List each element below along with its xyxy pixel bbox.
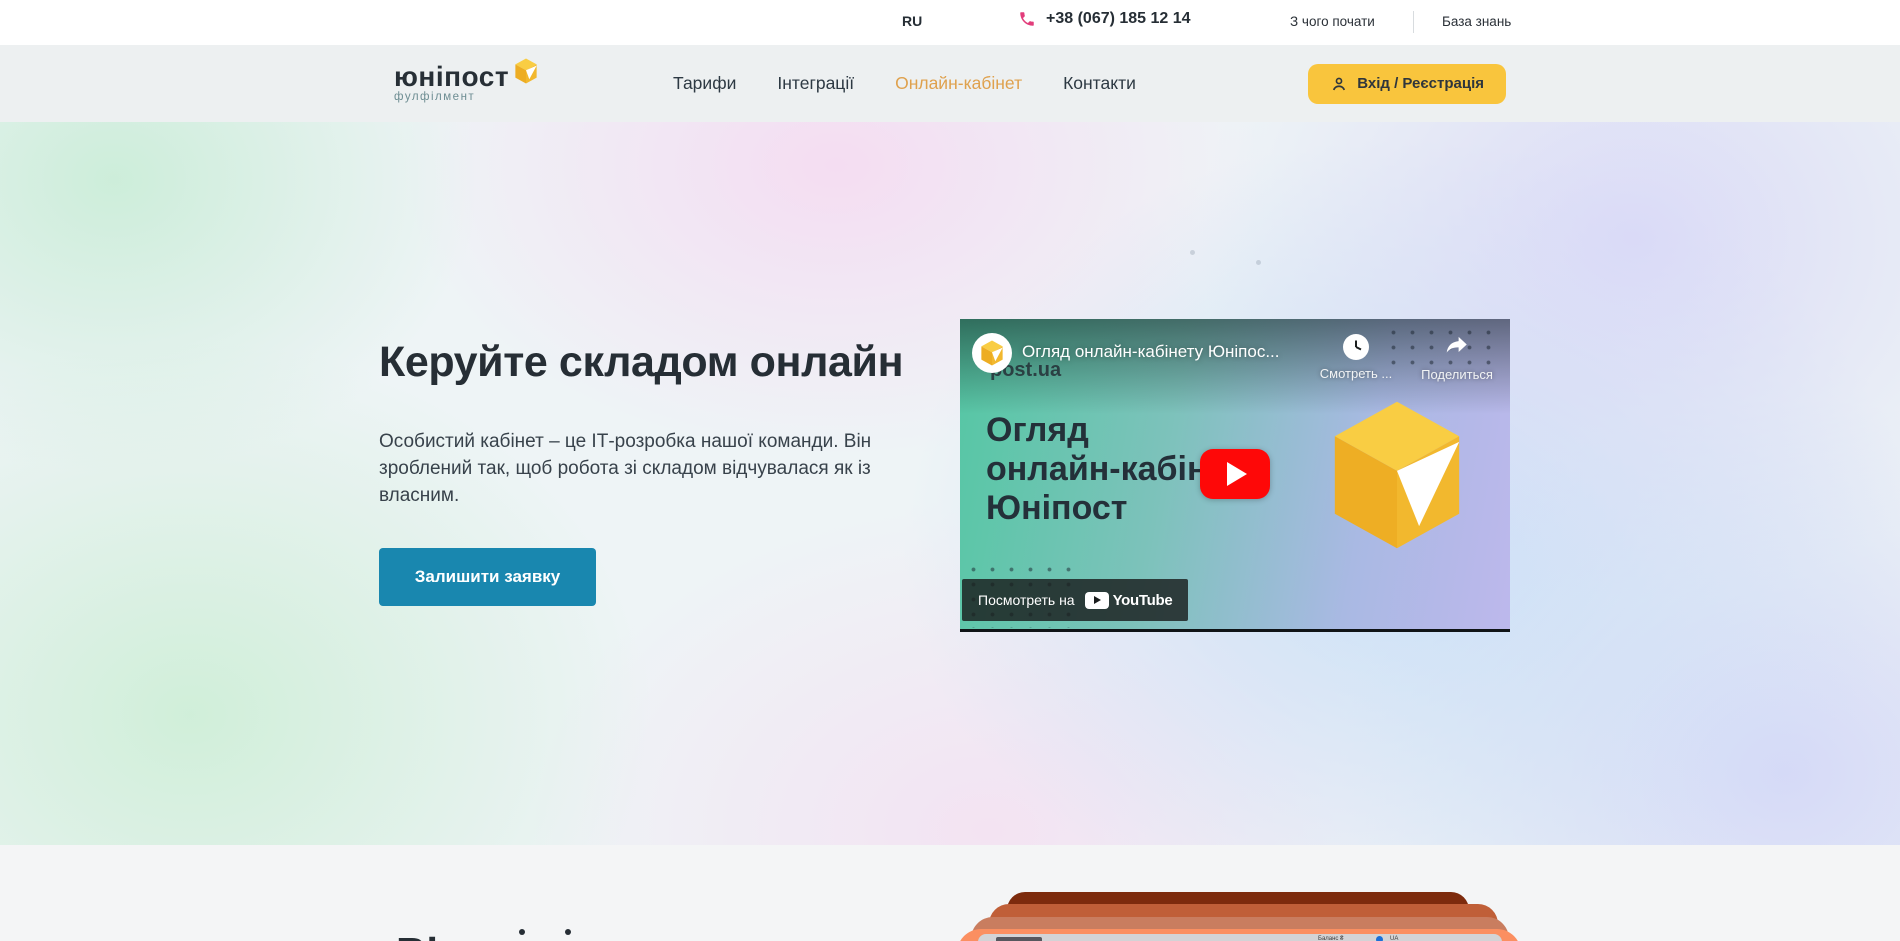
share-button[interactable]: Поделиться <box>1412 332 1502 382</box>
share-label: Поделиться <box>1412 367 1502 382</box>
link-knowledge-base[interactable]: База знань <box>1442 14 1511 29</box>
balance-text: Баланс ₴ <box>1318 936 1343 941</box>
phone-number: +38 (067) 185 12 14 <box>1046 10 1191 28</box>
logo-text: юніпост <box>394 64 509 90</box>
main-nav: Тарифи Інтеграції Онлайн-кабінет Контакт… <box>673 73 1136 94</box>
youtube-play-icon <box>1085 592 1109 609</box>
letter-dot-decoration <box>519 929 525 935</box>
channel-avatar[interactable] <box>972 333 1012 373</box>
login-register-label: Вхід / Реєстрація <box>1357 75 1484 92</box>
nav-contacts[interactable]: Контакти <box>1063 73 1136 94</box>
login-register-button[interactable]: Вхід / Реєстрація <box>1308 64 1506 104</box>
hero-heading: Керуйте складом онлайн <box>379 338 903 387</box>
share-arrow-icon <box>1442 332 1472 358</box>
watch-on-youtube-button[interactable]: Посмотреть на YouTube <box>962 579 1188 621</box>
avatar-cube-icon <box>980 340 1004 366</box>
browser-bar-logo-block <box>996 937 1042 941</box>
next-section-heading: Ві <box>396 929 438 941</box>
topbar-divider <box>1413 11 1414 33</box>
play-button[interactable] <box>1200 449 1270 499</box>
youtube-video-player[interactable]: post.ua Огляд онлайн-кабінету Юніпос... <box>960 319 1510 632</box>
browser-bar-mockup: Баланс ₴ UA <box>978 934 1502 941</box>
watch-later-button[interactable]: Смотреть ... <box>1300 334 1412 381</box>
logo-subtitle: фулфілмент <box>394 91 539 103</box>
sparkle-decoration <box>1190 250 1195 255</box>
hero-section: Керуйте складом онлайн Особистий кабінет… <box>0 122 1900 845</box>
logo[interactable]: юніпост фулфілмент <box>394 64 539 103</box>
youtube-logo: YouTube <box>1085 592 1173 609</box>
play-icon <box>1227 462 1247 486</box>
link-get-started[interactable]: З чого почати <box>1290 14 1375 29</box>
page: RU +38 (067) 185 12 14 З чого почати Баз… <box>0 0 1900 941</box>
user-label: UA <box>1390 936 1398 941</box>
watch-later-label: Смотреть ... <box>1300 366 1412 381</box>
person-icon <box>1330 75 1348 93</box>
thumbnail-cube-graphic <box>1326 399 1468 551</box>
top-bar: RU +38 (067) 185 12 14 З чого почати Баз… <box>0 0 1900 45</box>
main-header: юніпост фулфілмент Тарифи Інтеграції Онл… <box>0 45 1900 122</box>
sparkle-decoration <box>1256 260 1261 265</box>
letter-dot-decoration <box>565 929 571 935</box>
next-section: Ві Баланс ₴ UA <box>0 845 1900 941</box>
leave-request-button[interactable]: Залишити заявку <box>379 548 596 606</box>
user-avatar-dot <box>1376 936 1383 941</box>
watch-on-label: Посмотреть на <box>978 592 1075 608</box>
clock-icon <box>1343 334 1369 360</box>
phone-icon <box>1018 10 1036 28</box>
youtube-wordmark: YouTube <box>1113 592 1173 609</box>
video-title-link[interactable]: Огляд онлайн-кабінету Юніпос... <box>1022 342 1280 362</box>
nav-tariffs[interactable]: Тарифи <box>673 73 736 94</box>
phone-link[interactable]: +38 (067) 185 12 14 <box>1018 10 1191 28</box>
nav-online-cabinet[interactable]: Онлайн-кабінет <box>895 73 1022 94</box>
hero-paragraph: Особистий кабінет – це ІТ-розробка нашої… <box>379 428 927 509</box>
language-switcher[interactable]: RU <box>902 13 922 29</box>
logo-cube-icon <box>513 58 539 84</box>
nav-integrations[interactable]: Інтеграції <box>777 73 854 94</box>
